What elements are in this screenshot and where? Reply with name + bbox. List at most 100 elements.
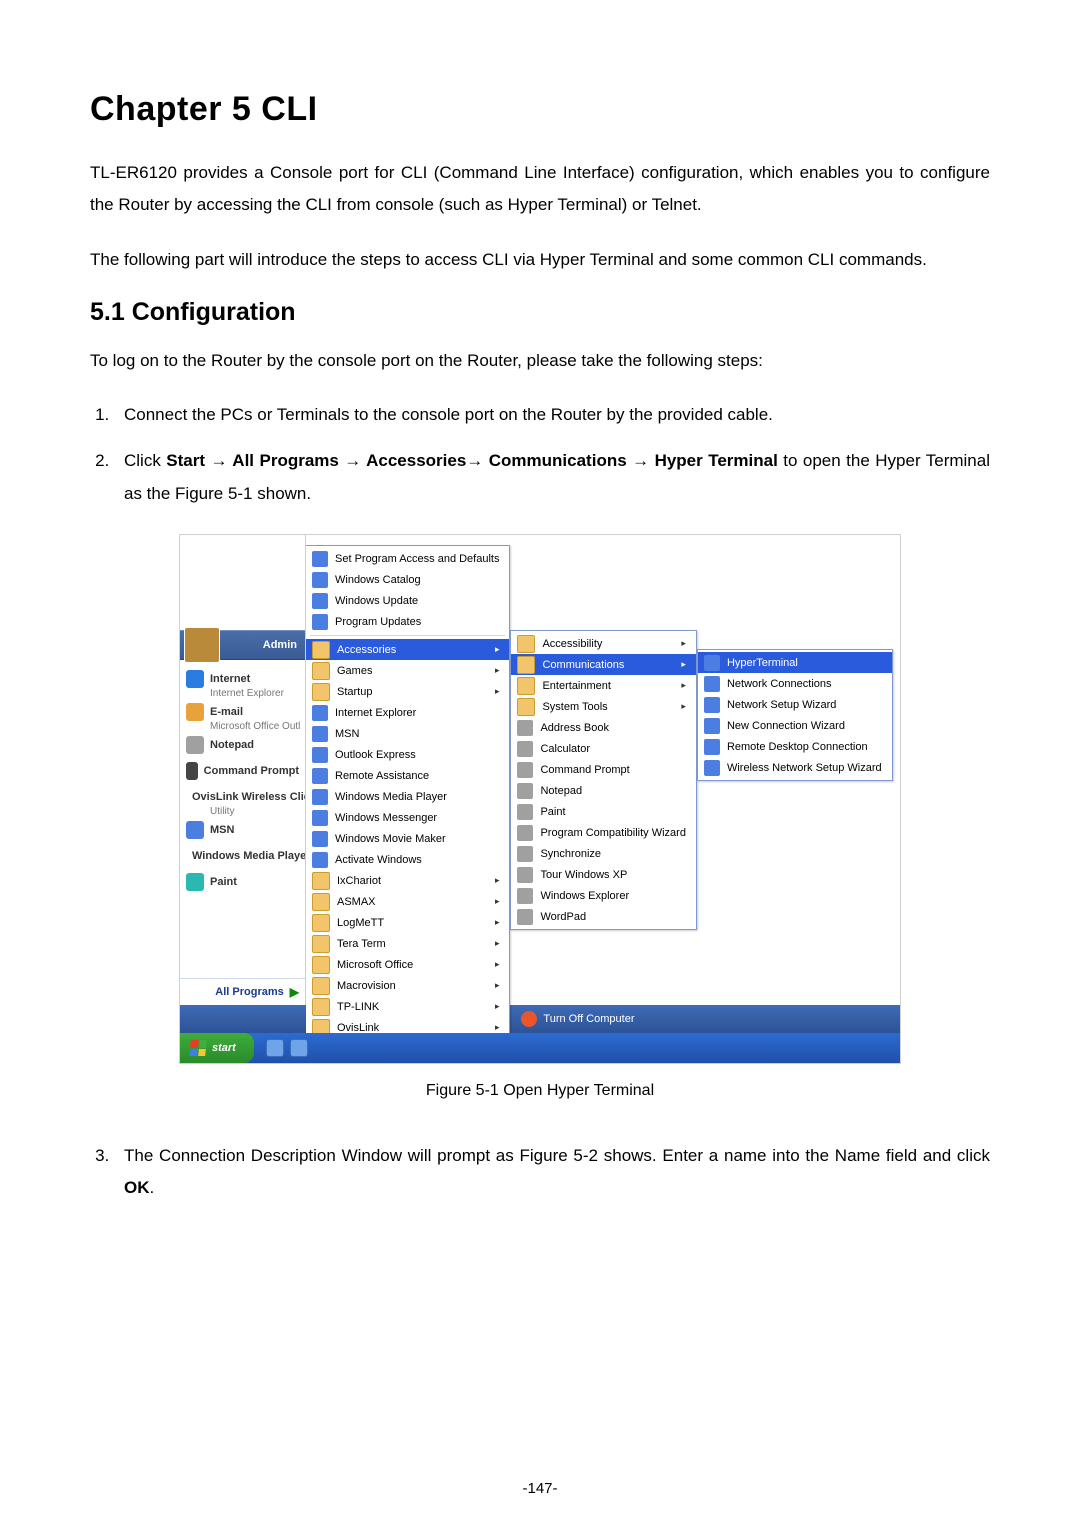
menu-item-label: New Connection Wizard [727, 720, 845, 732]
menu-item[interactable]: Entertainment▸ [511, 675, 695, 696]
menu-item[interactable]: Wireless Network Setup Wizard [698, 757, 892, 778]
menu-item[interactable]: Network Setup Wizard [698, 694, 892, 715]
menu-item-label: Network Connections [727, 678, 832, 690]
chevron-right-icon: ▸ [495, 665, 500, 676]
menu-item[interactable]: Startup▸ [306, 681, 509, 702]
menu-item[interactable]: LogMeTT▸ [306, 912, 509, 933]
menu-item-label: Calculator [540, 743, 590, 755]
chevron-right-icon: ▸ [681, 659, 686, 670]
quick-launch-icon[interactable] [290, 1039, 308, 1057]
menu-item[interactable]: Internet Explorer [306, 702, 509, 723]
menu-item[interactable]: Windows Catalog [306, 569, 509, 590]
menu-item[interactable]: Microsoft Office ▸ [306, 954, 509, 975]
program-icon [312, 831, 328, 847]
program-icon [312, 789, 328, 805]
pinned-item-title: Notepad [210, 739, 254, 751]
start-left-column: Admin InternetInternet ExplorerE-mailMic… [180, 535, 306, 1005]
menu-level-1: Set Program Access and DefaultsWindows C… [306, 545, 510, 1041]
pinned-item[interactable]: Paint [184, 869, 301, 895]
menu-item[interactable]: Activate Windows [306, 849, 509, 870]
menu-item[interactable]: New Connection Wizard [698, 715, 892, 736]
menu-item-label: Windows Messenger [335, 812, 437, 824]
menu-item[interactable]: HyperTerminal [698, 652, 892, 673]
steps-list-continued: The Connection Description Window will p… [90, 1140, 990, 1205]
menu-item[interactable]: Macrovision▸ [306, 975, 509, 996]
step-3-prefix: The Connection Description Window will p… [124, 1146, 990, 1165]
menu-item-label: Accessibility [542, 638, 602, 650]
pinned-item-title: E-mail [210, 706, 243, 718]
pinned-item[interactable]: Notepad [184, 732, 301, 758]
menu-item[interactable]: Paint [511, 801, 695, 822]
folder-icon [517, 656, 535, 674]
chevron-right-icon: ▸ [495, 959, 500, 970]
menu-item[interactable]: IxChariot▸ [306, 870, 509, 891]
pinned-item[interactable]: Command Prompt [184, 758, 301, 784]
folder-icon [517, 698, 535, 716]
menu-item[interactable]: Synchronize [511, 843, 695, 864]
menu-item-label: Remote Desktop Connection [727, 741, 868, 753]
menu-item[interactable]: MSN [306, 723, 509, 744]
folder-icon [312, 641, 330, 659]
menu-item-label: Communications [542, 659, 624, 671]
menu-item[interactable]: ASMAX▸ [306, 891, 509, 912]
menu-item[interactable]: Windows Update [306, 590, 509, 611]
menu-cascade: Set Program Access and DefaultsWindows C… [306, 535, 893, 1005]
figure-wrap: Admin InternetInternet ExplorerE-mailMic… [90, 534, 990, 1100]
menu-item[interactable]: Calculator [511, 738, 695, 759]
menu-item[interactable]: System Tools▸ [511, 696, 695, 717]
menu-item[interactable]: Windows Explorer [511, 885, 695, 906]
menu-item[interactable]: Accessibility ▸ [511, 633, 695, 654]
menu-item[interactable]: Set Program Access and Defaults [306, 548, 509, 569]
user-name: Admin [263, 639, 297, 651]
menu-item[interactable]: Games▸ [306, 660, 509, 681]
menu-item[interactable]: Remote Assistance [306, 765, 509, 786]
folder-icon [312, 998, 330, 1016]
chevron-right-icon: ▸ [495, 875, 500, 886]
folder-icon [312, 935, 330, 953]
taskbar-quick-launch [266, 1039, 308, 1057]
pinned-item[interactable]: Windows Media Playe [184, 843, 301, 869]
menu-item-label: Microsoft Office [337, 959, 413, 971]
menu-item[interactable]: TP-LINK▸ [306, 996, 509, 1017]
program-icon [704, 739, 720, 755]
menu-item-label: ASMAX [337, 896, 376, 908]
app-icon [186, 670, 204, 688]
menu-item[interactable]: Command Prompt [511, 759, 695, 780]
menu-item[interactable]: Accessories▸ [306, 639, 509, 660]
program-icon [517, 909, 533, 925]
menu-item[interactable]: Windows Messenger [306, 807, 509, 828]
menu-item[interactable]: Communications ▸ [511, 654, 695, 675]
figure-start-menu: Admin InternetInternet ExplorerE-mailMic… [179, 534, 901, 1064]
menu-item[interactable]: Remote Desktop Connection [698, 736, 892, 757]
turn-off-button[interactable]: Turn Off Computer [521, 1011, 634, 1027]
intro-paragraph-2: The following part will introduce the st… [90, 244, 990, 276]
chevron-right-icon: ▸ [681, 638, 686, 649]
menu-item-label: Paint [540, 806, 565, 818]
menu-item-label: Windows Explorer [540, 890, 629, 902]
quick-launch-icon[interactable] [266, 1039, 284, 1057]
chevron-right-icon: ▸ [495, 980, 500, 991]
menu-item[interactable]: Windows Media Player [306, 786, 509, 807]
menu-item[interactable]: Address Book [511, 717, 695, 738]
menu-item-label: Program Updates [335, 616, 421, 628]
menu-item-label: Network Setup Wizard [727, 699, 836, 711]
menu-item[interactable]: Tera Term▸ [306, 933, 509, 954]
menu-item-label: Windows Movie Maker [335, 833, 446, 845]
program-icon [704, 655, 720, 671]
menu-item[interactable]: Program Updates [306, 611, 509, 632]
menu-item[interactable]: Outlook Express [306, 744, 509, 765]
menu-item-label: WordPad [540, 911, 586, 923]
program-icon [704, 718, 720, 734]
pinned-item[interactable]: MSN [184, 817, 301, 843]
menu-item[interactable]: Tour Windows XP [511, 864, 695, 885]
page: Chapter 5 CLI TL-ER6120 provides a Conso… [0, 0, 1080, 1527]
menu-item[interactable]: WordPad [511, 906, 695, 927]
start-button[interactable]: start [180, 1033, 254, 1063]
app-icon [186, 703, 204, 721]
menu-item[interactable]: Windows Movie Maker [306, 828, 509, 849]
menu-item[interactable]: Program Compatibility Wizard [511, 822, 695, 843]
menu-item[interactable]: Notepad [511, 780, 695, 801]
all-programs-button[interactable]: All Programs ▶ [180, 978, 305, 1005]
user-band: Admin [180, 630, 305, 660]
menu-item[interactable]: Network Connections [698, 673, 892, 694]
